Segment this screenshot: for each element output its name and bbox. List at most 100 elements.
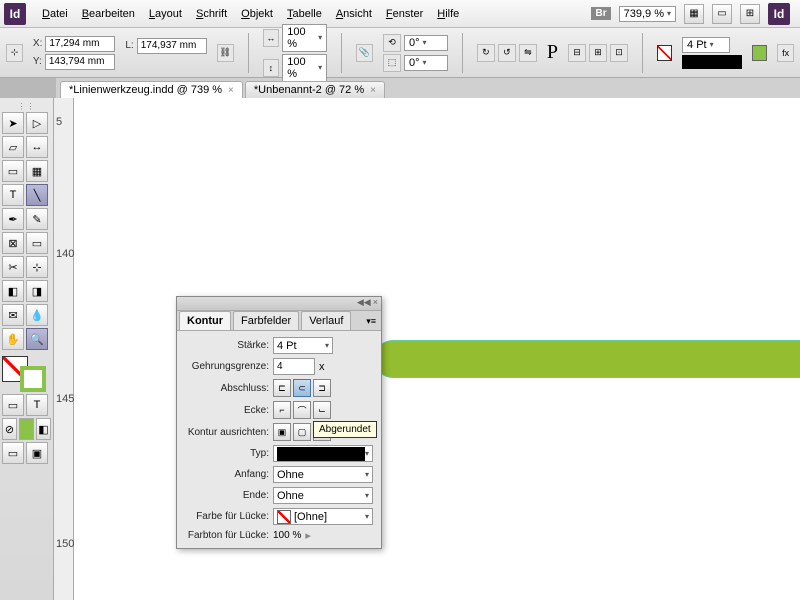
- normal-view-icon[interactable]: ▭: [2, 442, 24, 464]
- stroke-weight-input[interactable]: 4 Pt: [682, 37, 730, 53]
- apply-none-icon[interactable]: ⊘: [2, 418, 17, 440]
- note-tool[interactable]: ✉: [2, 304, 24, 326]
- screen-mode-icon[interactable]: ▭: [712, 4, 732, 24]
- panel-menu-icon[interactable]: ▾≡: [361, 313, 381, 330]
- align-icon[interactable]: ⊟: [568, 44, 586, 62]
- scale-y-input[interactable]: 100 %: [282, 54, 327, 82]
- tab-kontur[interactable]: Kontur: [179, 311, 231, 330]
- stroke-color-swatch[interactable]: [752, 45, 767, 61]
- gap-tool[interactable]: ↔: [26, 136, 48, 158]
- canvas[interactable]: ◀◀ × Kontur Farbfelder Verlauf ▾≡ Stärke…: [74, 98, 800, 600]
- tab-verlauf[interactable]: Verlauf: [301, 311, 351, 330]
- menu-tabelle[interactable]: Tabelle: [281, 4, 328, 24]
- clip-icon[interactable]: 📎: [356, 44, 373, 62]
- join-round-button[interactable]: ⌒: [293, 401, 311, 419]
- zoom-dropdown[interactable]: 739,9 %: [619, 6, 676, 22]
- document-tab-2[interactable]: *Unbenannt-2 @ 72 %×: [245, 81, 385, 98]
- y-input[interactable]: [45, 54, 115, 70]
- shear-input[interactable]: 0°: [404, 55, 448, 71]
- anfang-dropdown[interactable]: Ohne: [273, 466, 373, 483]
- view-options-icon[interactable]: ▦: [684, 4, 704, 24]
- menu-hilfe[interactable]: Hilfe: [431, 4, 465, 24]
- gradient-feather-tool[interactable]: ◨: [26, 280, 48, 302]
- align-inside-button[interactable]: ▢: [293, 423, 311, 441]
- distribute-icon[interactable]: ⊞: [589, 44, 607, 62]
- menu-objekt[interactable]: Objekt: [235, 4, 279, 24]
- content-tool[interactable]: ▭: [2, 160, 24, 182]
- scale-x-input[interactable]: 100 %: [282, 24, 327, 52]
- bridge-button[interactable]: Br: [591, 7, 610, 20]
- formatting-container-icon[interactable]: ▭: [2, 394, 24, 416]
- cap-round-button[interactable]: ⊂: [293, 379, 311, 397]
- stroke-style-dropdown[interactable]: [682, 55, 742, 69]
- collapse-icon[interactable]: ◀◀: [357, 297, 371, 310]
- pencil-tool[interactable]: ✎: [26, 208, 48, 230]
- hand-tool[interactable]: ✋: [2, 328, 24, 350]
- gradient-tool[interactable]: ◧: [2, 280, 24, 302]
- staerke-dropdown[interactable]: 4 Pt: [273, 337, 333, 354]
- gehrung-label: Gehrungsgrenze:: [185, 361, 269, 372]
- x-input[interactable]: [45, 36, 115, 52]
- menu-datei[interactable]: Datei: [36, 4, 74, 24]
- flip-h-icon[interactable]: ⇋: [519, 44, 537, 62]
- slider-arrow-icon[interactable]: ▸: [305, 529, 311, 542]
- apply-color-icon[interactable]: [19, 418, 34, 440]
- close-icon[interactable]: ×: [370, 85, 376, 96]
- panel-grip[interactable]: [2, 102, 51, 110]
- pen-tool[interactable]: ✒: [2, 208, 24, 230]
- close-icon[interactable]: ×: [373, 297, 378, 310]
- formatting-text-icon[interactable]: T: [26, 394, 48, 416]
- line-tool[interactable]: ╲: [26, 184, 48, 206]
- app-logo[interactable]: Id: [4, 3, 26, 25]
- page-tool[interactable]: ▱: [2, 136, 24, 158]
- apply-gradient-icon[interactable]: ◧: [36, 418, 51, 440]
- panel-titlebar[interactable]: ◀◀ ×: [177, 297, 381, 311]
- close-icon[interactable]: ×: [228, 85, 234, 96]
- grid-tool[interactable]: ▦: [26, 160, 48, 182]
- join-miter-button[interactable]: ⌐: [273, 401, 291, 419]
- zoom-tool[interactable]: 🔍: [26, 328, 48, 350]
- rotate-ccw-icon[interactable]: ↺: [498, 44, 516, 62]
- id-logo-icon: Id: [768, 3, 790, 25]
- menu-schrift[interactable]: Schrift: [190, 4, 233, 24]
- menu-bar: Id Datei Bearbeiten Layout Schrift Objek…: [0, 0, 800, 28]
- rectangle-frame-tool[interactable]: ⊠: [2, 232, 24, 254]
- transform-tool[interactable]: ⊹: [26, 256, 48, 278]
- eyedropper-tool[interactable]: 💧: [26, 304, 48, 326]
- reference-point-icon[interactable]: ⊹: [6, 44, 23, 62]
- l-input[interactable]: [137, 38, 207, 54]
- align-center-button[interactable]: ▣: [273, 423, 291, 441]
- preview-view-icon[interactable]: ▣: [26, 442, 48, 464]
- farbton-label: Farbton für Lücke:: [185, 530, 269, 541]
- join-bevel-button[interactable]: ⌙: [313, 401, 331, 419]
- abschluss-label: Abschluss:: [185, 383, 269, 394]
- scale-x-icon: ↔: [263, 29, 280, 47]
- rectangle-tool[interactable]: ▭: [26, 232, 48, 254]
- constrain-icon[interactable]: ⛓: [217, 44, 234, 62]
- ende-dropdown[interactable]: Ohne: [273, 487, 373, 504]
- document-tab-1[interactable]: *Linienwerkzeug.indd @ 739 %×: [60, 81, 243, 98]
- farbe-dropdown[interactable]: [Ohne]: [273, 508, 373, 525]
- menu-layout[interactable]: Layout: [143, 4, 188, 24]
- rounded-line-shape[interactable]: [374, 340, 800, 378]
- ruler-vertical[interactable]: 5 140 145 150: [54, 98, 74, 600]
- fill-swatch[interactable]: [657, 45, 672, 61]
- arrange-icon[interactable]: ⊞: [740, 4, 760, 24]
- direct-selection-tool[interactable]: ▷: [26, 112, 48, 134]
- tab-farbfelder[interactable]: Farbfelder: [233, 311, 299, 330]
- type-tool[interactable]: T: [2, 184, 24, 206]
- gehrung-input[interactable]: [273, 358, 315, 375]
- menu-bearbeiten[interactable]: Bearbeiten: [76, 4, 141, 24]
- selection-tool[interactable]: ➤: [2, 112, 24, 134]
- rotate-cw-icon[interactable]: ↻: [477, 44, 495, 62]
- menu-fenster[interactable]: Fenster: [380, 4, 429, 24]
- rotate-input[interactable]: 0°: [404, 35, 448, 51]
- effects-icon[interactable]: fx: [777, 44, 794, 62]
- fill-stroke-swatches[interactable]: [2, 356, 48, 392]
- typ-dropdown[interactable]: [273, 445, 373, 462]
- cap-butt-button[interactable]: ⊏: [273, 379, 291, 397]
- cap-projecting-button[interactable]: ⊐: [313, 379, 331, 397]
- scissors-tool[interactable]: ✂: [2, 256, 24, 278]
- pathfinder-icon[interactable]: ⊡: [610, 44, 628, 62]
- menu-ansicht[interactable]: Ansicht: [330, 4, 378, 24]
